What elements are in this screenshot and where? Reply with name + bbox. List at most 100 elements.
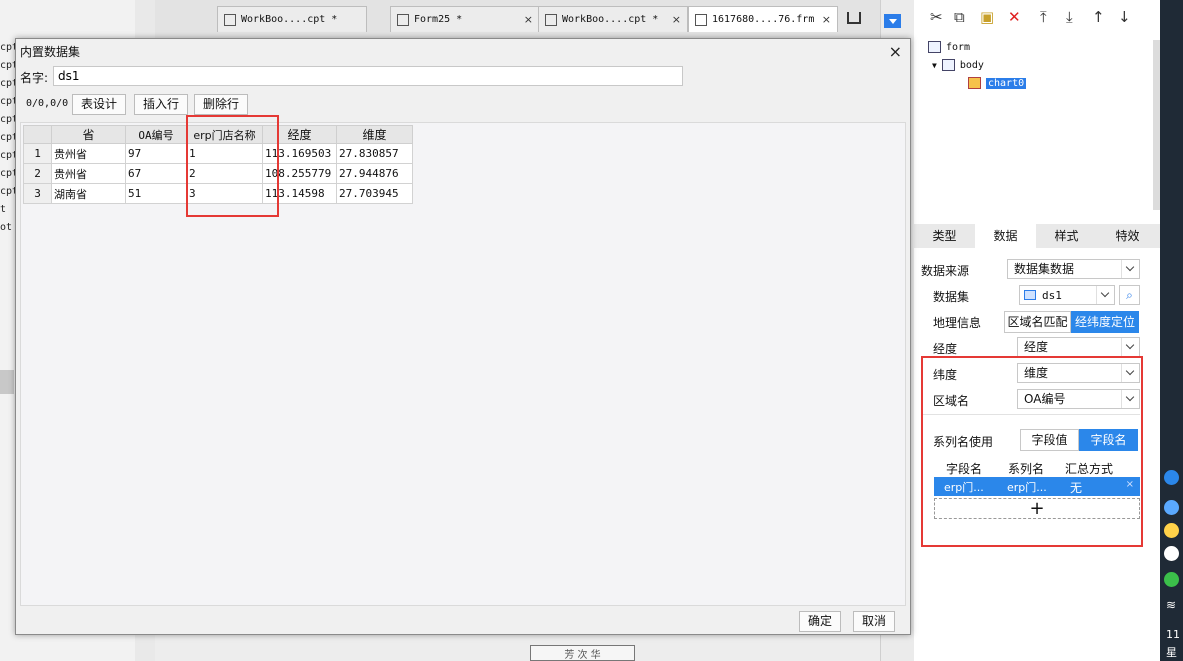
builtin-dataset-dialog: 内置数据集 × 名字: 0/0,0/0 表设计 插入行 删除行 省 OA编号 e…: [15, 38, 911, 635]
tab-workbook-2[interactable]: WorkBoo....cpt * ×: [538, 6, 688, 32]
tab-effects[interactable]: 特效: [1097, 224, 1158, 248]
insert-row-button[interactable]: 插入行: [134, 94, 189, 115]
copy-icon[interactable]: ⧉: [954, 8, 965, 26]
dataset-label: 数据集: [933, 290, 970, 304]
tab-list-icon[interactable]: [847, 12, 861, 24]
cell-latitude[interactable]: 27.703945: [336, 183, 413, 204]
ok-button[interactable]: 确定: [799, 611, 841, 632]
tree-node-label: chart0: [986, 77, 1027, 89]
chevron-down-icon: [1121, 260, 1139, 278]
tab-form25[interactable]: Form25 * ×: [390, 6, 540, 32]
row-counter: 0/0,0/0: [26, 98, 69, 109]
file-ext: ot: [0, 222, 13, 233]
tab-type[interactable]: 类型: [914, 224, 975, 248]
close-icon[interactable]: ×: [672, 13, 681, 26]
body-icon: [941, 59, 955, 71]
scrollbar[interactable]: [1153, 40, 1160, 210]
cut-icon[interactable]: ✂: [930, 8, 943, 26]
corner-cell[interactable]: [23, 125, 52, 144]
row-number[interactable]: 1: [23, 143, 52, 164]
name-label: 名字:: [20, 71, 49, 85]
longitude-label: 经度: [933, 342, 958, 356]
taskbar-tray: ≋ 11 星: [1160, 0, 1183, 661]
file-ext: t: [0, 204, 7, 215]
geo-area-match-option[interactable]: 区域名匹配: [1004, 311, 1071, 333]
data-source-label: 数据来源: [921, 264, 970, 278]
tab-data[interactable]: 数据: [975, 224, 1036, 248]
tab-label: Form25 *: [414, 14, 463, 25]
chart-icon: [968, 77, 981, 89]
data-grid-area: 省 OA编号 erp门店名称 经度 维度 1 贵州省 97 1 113.1695…: [20, 122, 906, 606]
dialog-title: 内置数据集: [20, 45, 81, 59]
table-design-button[interactable]: 表设计: [72, 94, 127, 115]
delete-icon[interactable]: ✕: [1008, 8, 1021, 26]
form-icon: [397, 13, 409, 26]
paste-icon[interactable]: ▣: [980, 8, 994, 26]
app-icon[interactable]: [1164, 546, 1179, 561]
table-icon: [1024, 290, 1036, 300]
property-tabs: 类型 数据 样式 特效: [914, 224, 1160, 248]
tree-node-label: body: [959, 59, 984, 71]
data-source-select[interactable]: 数据集数据: [1007, 259, 1140, 279]
day-text: 星: [1166, 646, 1177, 659]
tab-label: WorkBoo....cpt *: [562, 14, 659, 25]
highlight-box-properties: [921, 356, 1143, 547]
move-bottom-icon[interactable]: ⤓: [1066, 8, 1073, 26]
row-number[interactable]: 3: [23, 183, 52, 204]
move-up-icon[interactable]: ↑: [1092, 8, 1105, 26]
app-icon[interactable]: [1164, 500, 1179, 515]
highlight-box-erp-column: [186, 115, 279, 217]
form-icon: [695, 13, 707, 26]
tab-style[interactable]: 样式: [1036, 224, 1097, 248]
scroll-marker: [0, 370, 14, 394]
longitude-select[interactable]: 经度: [1017, 337, 1140, 357]
column-header[interactable]: 省: [51, 125, 126, 144]
clock-text[interactable]: 11: [1166, 628, 1180, 641]
grid-spacer: [907, 123, 908, 124]
tab-workbook-1[interactable]: WorkBoo....cpt *: [217, 6, 367, 32]
name-input[interactable]: [53, 66, 683, 86]
dataset-select[interactable]: ds1: [1019, 285, 1115, 305]
column-header[interactable]: OA编号: [125, 125, 187, 144]
tab-label: WorkBoo....cpt *: [241, 14, 338, 25]
cell-oa-code[interactable]: 97: [125, 143, 187, 164]
app-icon[interactable]: [1164, 470, 1179, 485]
chevron-down-icon[interactable]: [884, 14, 901, 28]
editor-tab-bar: WorkBoo....cpt * Form25 * × WorkBoo....c…: [155, 0, 880, 38]
grid-icon: [224, 13, 236, 26]
tree-node-chart0[interactable]: chart0: [968, 77, 1027, 89]
canvas-fragment: 芳 次 华: [530, 645, 635, 661]
grid-icon: [545, 13, 557, 26]
tree-node-label: form: [946, 41, 971, 53]
close-icon[interactable]: ×: [524, 13, 533, 26]
select-value: ds1: [1042, 289, 1062, 302]
delete-row-button[interactable]: 删除行: [194, 94, 249, 115]
cell-province[interactable]: 贵州省: [51, 143, 126, 164]
cell-province[interactable]: 湖南省: [51, 183, 126, 204]
geo-lnglat-option[interactable]: 经纬度定位: [1071, 311, 1139, 333]
geo-label: 地理信息: [933, 316, 982, 330]
row-number[interactable]: 2: [23, 163, 52, 184]
qq-icon[interactable]: [1164, 523, 1179, 538]
tree-node-form[interactable]: form: [928, 41, 970, 53]
cell-latitude[interactable]: 27.944876: [336, 163, 413, 184]
cell-oa-code[interactable]: 51: [125, 183, 187, 204]
close-icon[interactable]: ×: [822, 13, 831, 26]
chevron-down-icon: ▼: [932, 60, 937, 70]
cancel-button[interactable]: 取消: [853, 611, 895, 632]
wifi-icon[interactable]: ≋: [1166, 598, 1176, 612]
close-icon[interactable]: ×: [889, 42, 902, 61]
move-top-icon[interactable]: ⤒: [1040, 8, 1047, 26]
tree-node-body[interactable]: ▼ body: [932, 59, 984, 71]
cell-province[interactable]: 贵州省: [51, 163, 126, 184]
cell-latitude[interactable]: 27.830857: [336, 143, 413, 164]
tab-label: 1617680....76.frm: [712, 14, 815, 25]
search-icon[interactable]: ⌕: [1119, 285, 1140, 305]
cell-oa-code[interactable]: 67: [125, 163, 187, 184]
form-icon: [928, 41, 941, 53]
wechat-icon[interactable]: [1164, 572, 1179, 587]
move-down-icon[interactable]: ↓: [1118, 8, 1131, 26]
tab-frm[interactable]: 1617680....76.frm ×: [688, 6, 838, 32]
column-header[interactable]: 维度: [336, 125, 413, 144]
chevron-down-icon: [1096, 286, 1114, 304]
